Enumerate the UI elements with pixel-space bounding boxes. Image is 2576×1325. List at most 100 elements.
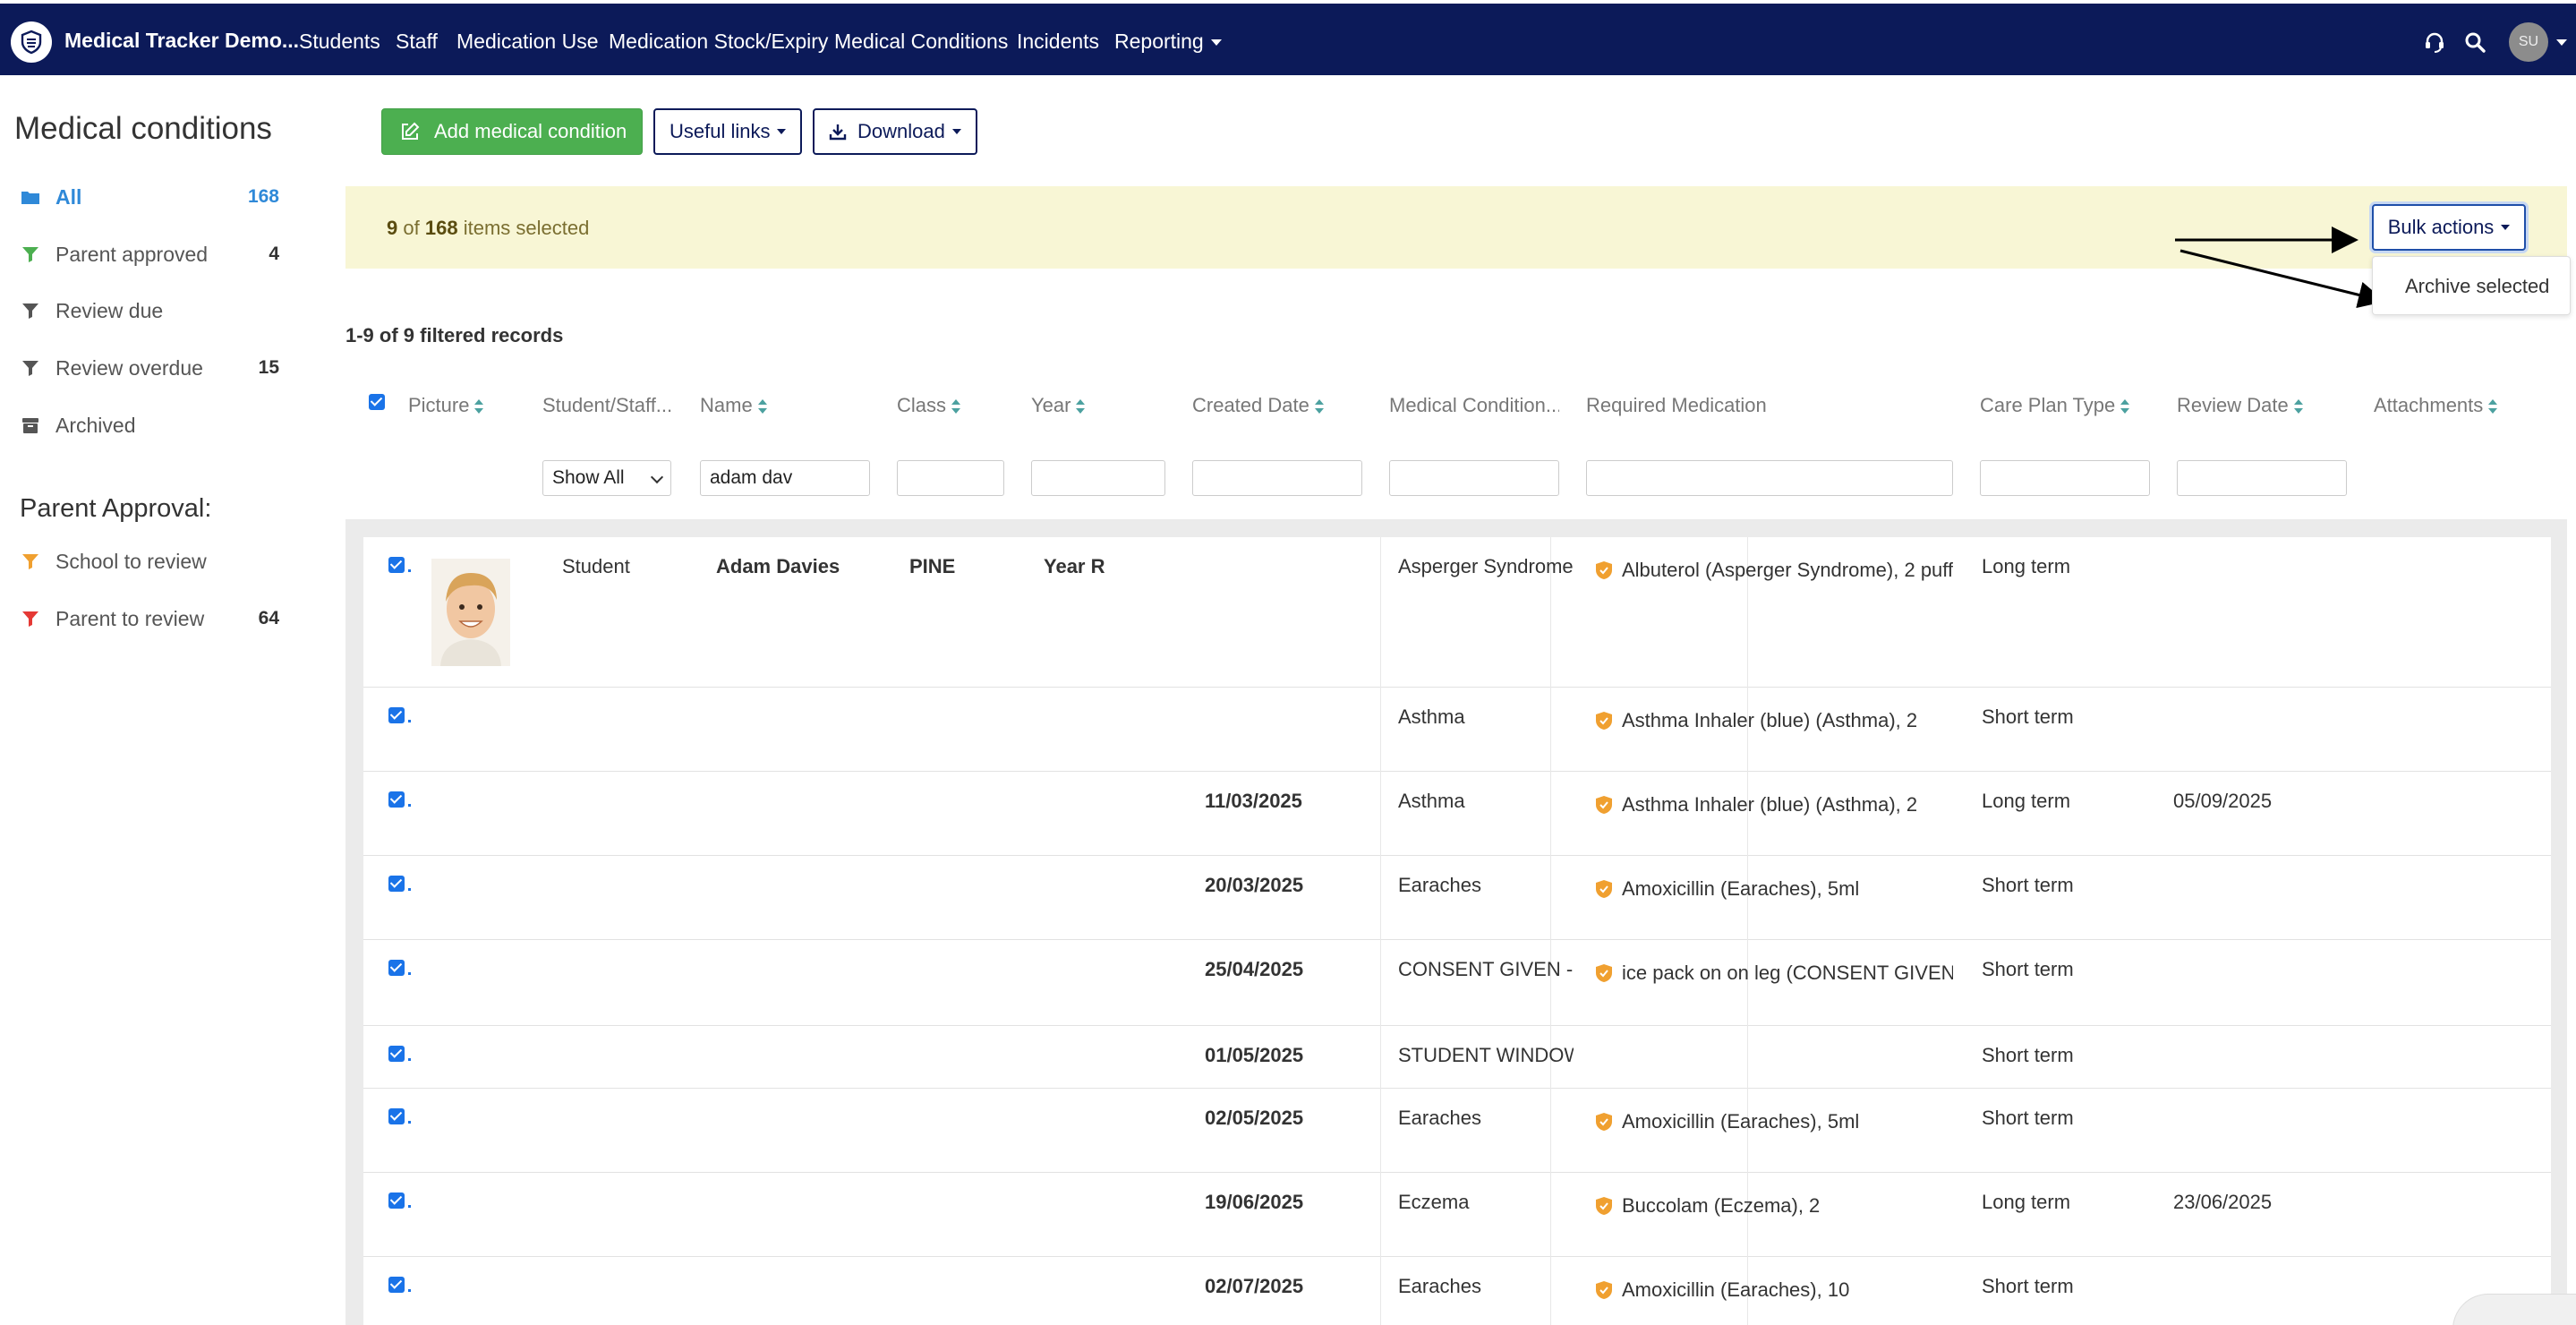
header-review-date[interactable]: Review Date xyxy=(2177,394,2303,417)
filter-icon xyxy=(20,244,41,265)
medication-text: Asthma Inhaler (blue) (Asthma), 2 xyxy=(1622,709,1918,731)
medication-filter-input[interactable] xyxy=(1586,460,1953,496)
header-name[interactable]: Name xyxy=(700,394,767,417)
column-divider xyxy=(1550,1089,1551,1173)
header-medical-condition[interactable]: Medical Condition... xyxy=(1389,394,1559,417)
nav-medication-stock[interactable]: Medication Stock/Expiry xyxy=(609,30,828,54)
header-student-staff[interactable]: Student/Staff... xyxy=(542,394,677,417)
condition-filter-input[interactable] xyxy=(1389,460,1559,496)
row-marker xyxy=(408,720,411,722)
table-row[interactable]: 02/07/2025 Earaches Amoxicillin (Earaches)… xyxy=(363,1257,2551,1325)
row-checkbox[interactable] xyxy=(388,791,405,808)
review-date-filter-input[interactable] xyxy=(2177,460,2347,496)
header-care-plan-type[interactable]: Care Plan Type xyxy=(1980,394,2130,417)
table-row[interactable]: 19/06/2025 Eczema Buccolam (Eczema), 2 Long… xyxy=(363,1173,2551,1257)
shield-icon xyxy=(1596,1281,1612,1299)
table-row[interactable]: 25/04/2025 CONSENT GIVEN - AS ice pack on … xyxy=(363,940,2551,1026)
row-checkbox[interactable] xyxy=(388,876,405,892)
header-required-medication[interactable]: Required Medication xyxy=(1586,394,1767,417)
name-filter-input[interactable]: adam dav xyxy=(700,460,870,496)
support-icon[interactable] xyxy=(2423,30,2446,54)
row-checkbox[interactable] xyxy=(388,557,405,573)
nav-staff[interactable]: Staff xyxy=(396,30,438,54)
sidebar-item-label: Review overdue xyxy=(55,355,203,380)
nav-reporting[interactable]: Reporting xyxy=(1114,30,1222,54)
header-created-date[interactable]: Created Date xyxy=(1192,394,1324,417)
header-label: Name xyxy=(700,394,753,416)
sidebar-item-school-to-review[interactable]: School to review xyxy=(20,543,288,579)
row-checkbox[interactable] xyxy=(388,960,405,976)
row-checkbox[interactable] xyxy=(388,1277,405,1293)
brand-logo-icon[interactable] xyxy=(11,21,52,63)
care-plan-filter-input[interactable] xyxy=(1980,460,2150,496)
corner-widget[interactable] xyxy=(2452,1294,2576,1325)
sidebar-title: Medical conditions xyxy=(14,111,272,146)
cell-care-plan: Short term xyxy=(1982,1107,2074,1129)
sidebar-item-archived[interactable]: Archived xyxy=(20,407,288,443)
folder-icon xyxy=(20,186,41,208)
header-attachments[interactable]: Attachments xyxy=(2374,394,2498,417)
cell-created: 11/03/2025 xyxy=(1205,790,1302,812)
nav-medical-conditions[interactable]: Medical Conditions xyxy=(834,30,1008,54)
header-class[interactable]: Class xyxy=(897,394,961,417)
sidebar-item-label: Parent to review xyxy=(55,606,205,630)
medication-text: Amoxicillin (Earaches), 10 xyxy=(1622,1278,1850,1301)
table-row[interactable]: 02/05/2025 Earaches Amoxicillin (Earaches)… xyxy=(363,1089,2551,1173)
caret-down-icon xyxy=(2501,225,2511,230)
name-filter-value: adam dav xyxy=(710,467,793,488)
sidebar-item-count: 4 xyxy=(269,244,279,264)
brand-name[interactable]: Medical Tracker Demo... xyxy=(64,29,299,53)
cell-condition: Asthma xyxy=(1398,790,1465,812)
nav-medication-use[interactable]: Medication Use xyxy=(456,30,599,54)
year-filter-input[interactable] xyxy=(1031,460,1165,496)
archive-selected-menu-item[interactable]: Archive selected xyxy=(2405,275,2549,298)
table-row[interactable]: 11/03/2025 Asthma Asthma Inhaler (blue) (A… xyxy=(363,772,2551,856)
medication-text: Asthma Inhaler (blue) (Asthma), 2 xyxy=(1622,793,1918,816)
sidebar-item-all[interactable]: All 168 xyxy=(20,179,288,215)
cell-condition: CONSENT GIVEN - AS xyxy=(1398,958,1574,980)
row-checkbox[interactable] xyxy=(388,707,405,723)
caret-down-icon[interactable] xyxy=(2556,39,2567,46)
row-marker xyxy=(408,1121,411,1124)
column-divider xyxy=(1380,537,1381,688)
type-filter-select[interactable]: Show All xyxy=(542,460,671,496)
table-row[interactable]: Asthma Asthma Inhaler (blue) (Asthma), 2 S… xyxy=(363,688,2551,772)
medication-cell: Buccolam (Eczema), 2 xyxy=(1595,1194,1953,1218)
header-year[interactable]: Year xyxy=(1031,394,1086,417)
sidebar-item-review-due[interactable]: Review due xyxy=(20,293,288,329)
medication-text: Amoxicillin (Earaches), 5ml xyxy=(1622,877,1860,900)
cell-review: 05/09/2025 xyxy=(2173,790,2273,812)
sidebar-item-parent-approved[interactable]: Parent approved 4 xyxy=(20,236,288,272)
useful-links-button[interactable]: Useful links xyxy=(653,108,802,155)
row-checkbox[interactable] xyxy=(388,1192,405,1209)
user-avatar[interactable]: SU xyxy=(2509,22,2548,62)
cell-year: Year R xyxy=(1044,555,1105,577)
bulk-actions-button[interactable]: Bulk actions xyxy=(2372,204,2526,251)
select-all-checkbox[interactable] xyxy=(369,394,385,410)
cell-condition: Asthma xyxy=(1398,705,1465,728)
header-picture[interactable]: Picture xyxy=(408,394,484,417)
shield-icon xyxy=(1596,712,1612,730)
column-divider xyxy=(1380,772,1381,856)
nav-students[interactable]: Students xyxy=(299,30,380,54)
row-checkbox[interactable] xyxy=(388,1046,405,1062)
table-row[interactable]: 01/05/2025 STUDENT WINDOW \ Short term xyxy=(363,1026,2551,1089)
column-divider xyxy=(1380,856,1381,940)
download-button[interactable]: Download xyxy=(813,108,977,155)
table-row[interactable]: 20/03/2025 Earaches Amoxicillin (Earaches)… xyxy=(363,856,2551,940)
add-medical-condition-button[interactable]: Add medical condition xyxy=(381,108,643,155)
column-divider xyxy=(1550,772,1551,856)
class-filter-input[interactable] xyxy=(897,460,1004,496)
nav-incidents[interactable]: Incidents xyxy=(1017,30,1099,54)
filter-icon xyxy=(20,357,41,379)
created-date-filter-input[interactable] xyxy=(1192,460,1362,496)
row-checkbox[interactable] xyxy=(388,1108,405,1124)
medication-text: ice pack on on leg (CONSENT GIVEN - AS xyxy=(1622,962,1953,984)
row-marker xyxy=(408,569,411,572)
sidebar-item-review-overdue[interactable]: Review overdue 15 xyxy=(20,350,288,386)
table-row[interactable]: Student Adam Davies PINE Year R Asperger Syn… xyxy=(363,537,2551,688)
bulk-actions-label: Bulk actions xyxy=(2387,216,2495,238)
search-icon[interactable] xyxy=(2463,30,2486,54)
sidebar-item-parent-to-review[interactable]: Parent to review 64 xyxy=(20,601,288,637)
sidebar-item-count: 168 xyxy=(247,186,279,207)
